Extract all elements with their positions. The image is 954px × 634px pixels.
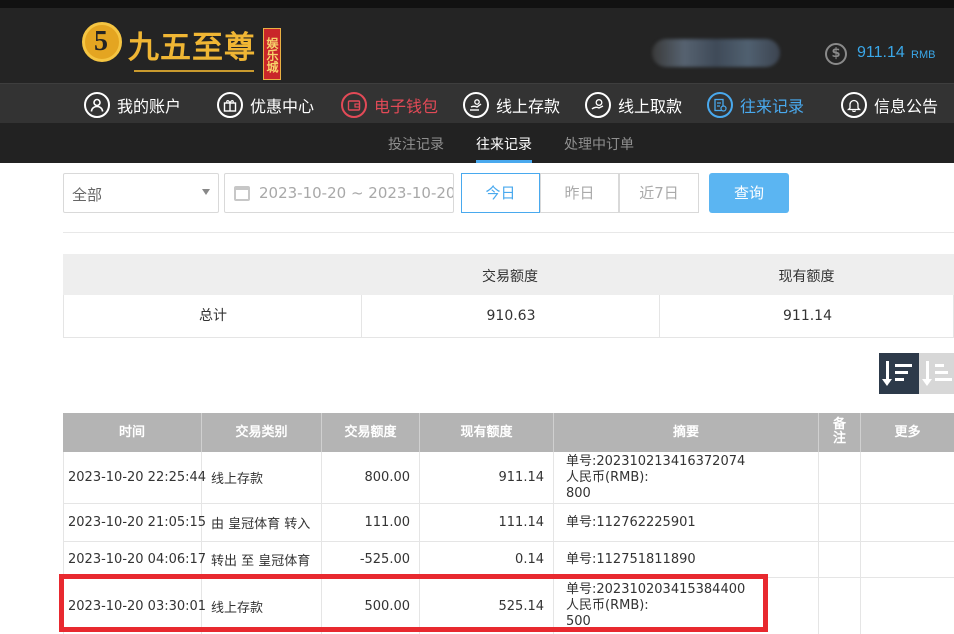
highlight-box — [59, 574, 768, 632]
col-more[interactable]: 更多 — [861, 413, 954, 452]
nav-item-label: 优惠中心 — [250, 97, 315, 116]
nav-item-account[interactable]: 我的账户 — [84, 90, 181, 120]
nav-item-label: 信息公告 — [874, 97, 939, 116]
summary-header: 交易额度 现有额度 — [63, 254, 954, 295]
nav-item-deposit[interactable]: 线上存款 — [463, 90, 560, 120]
row-more[interactable] — [861, 504, 954, 541]
memo-currency: 人民币(RMB): — [566, 469, 649, 485]
row-type: 线上存款 — [202, 452, 322, 503]
tab-bet-records[interactable]: 投注记录 — [388, 134, 444, 154]
memo-value: 800 — [566, 485, 591, 501]
user-icon — [84, 92, 110, 118]
row-time: 2023-10-20 21:05:15 — [64, 504, 206, 541]
date-range-input[interactable]: 2023-10-20 ~ 2023-10-20 — [224, 173, 454, 213]
summary-row: 总计 910.63 911.14 — [63, 295, 954, 338]
logo-mark-text: 5 — [94, 26, 108, 57]
row-balance: 111.14 — [420, 504, 554, 541]
row-amount: 111.00 — [322, 504, 420, 541]
nav-item-label: 我的账户 — [117, 97, 182, 116]
deposit-icon — [463, 92, 489, 118]
logo-mark: 5 — [82, 22, 122, 62]
nav-item-promotions[interactable]: 优惠中心 — [217, 90, 314, 120]
row-amount: 800.00 — [322, 452, 420, 503]
caret-down-icon — [202, 189, 210, 195]
main-nav: 我的账户 优惠中心 电子钱包 线上存款 线上取款 往来记录 信息公告 — [0, 83, 954, 124]
nav-item-label: 线上存款 — [496, 97, 561, 116]
bell-icon — [841, 92, 867, 118]
withdraw-icon — [585, 92, 611, 118]
nav-item-label: 电子钱包 — [374, 97, 439, 116]
row-time: 2023-10-20 22:25:44 — [64, 452, 206, 503]
nav-item-announcements[interactable]: 信息公告 — [841, 90, 938, 120]
row-memo: 单号:112762225901 — [554, 504, 819, 541]
blurred-username[interactable] — [652, 39, 780, 67]
col-type[interactable]: 交易类别 — [202, 413, 322, 452]
row-amount: -525.00 — [322, 542, 420, 577]
row-more[interactable] — [861, 452, 954, 503]
balance-amount: 911.14 — [857, 44, 905, 61]
summary-total-label: 总计 — [199, 308, 227, 324]
today-button[interactable]: 今日 — [461, 173, 540, 213]
logo-ornament — [134, 70, 254, 72]
gift-icon — [217, 92, 243, 118]
memo-order-no: 单号:202310213416372074 — [566, 453, 746, 469]
col-memo[interactable]: 摘要 — [554, 413, 819, 452]
yesterday-button[interactable]: 昨日 — [540, 173, 619, 213]
row-note — [819, 578, 861, 634]
logo-text: 九五至尊 — [128, 30, 256, 66]
row-time: 2023-10-20 04:06:17 — [64, 542, 206, 577]
summary-total-balance: 911.14 — [783, 308, 832, 324]
query-button[interactable]: 查询 — [709, 173, 789, 213]
last-7-days-button[interactable]: 近7日 — [619, 173, 699, 213]
summary-total-amount: 910.63 — [486, 308, 536, 324]
sort-descending-icon[interactable] — [879, 353, 919, 394]
tab-pending-orders[interactable]: 处理中订单 — [564, 134, 634, 154]
filter-divider — [63, 232, 954, 233]
nav-item-label: 往来记录 — [740, 97, 805, 116]
row-type: 由 皇冠体育 转入 — [202, 504, 322, 541]
row-balance: 0.14 — [420, 542, 554, 577]
sub-nav: 投注记录 往来记录 处理中订单 — [0, 124, 954, 163]
row-note — [819, 542, 861, 577]
row-more[interactable] — [861, 578, 954, 634]
sort-ascending-icon[interactable] — [919, 353, 954, 394]
col-balance[interactable]: 现有额度 — [420, 413, 554, 452]
nav-item-wallet[interactable]: 电子钱包 — [341, 90, 438, 120]
top-header: 5 九五至尊 娱乐城 $ 911.14 RMB — [0, 0, 954, 83]
table-row[interactable]: 2023-10-20 22:25:44 线上存款 800.00 911.14 单… — [63, 452, 954, 504]
table-row[interactable]: 2023-10-20 21:05:15 由 皇冠体育 转入 111.00 111… — [63, 504, 954, 542]
records-table-header: 时间 交易类别 交易额度 现有额度 摘要 备注 更多 — [63, 413, 954, 452]
records-icon — [707, 92, 733, 118]
nav-item-label: 线上取款 — [618, 97, 683, 116]
col-note[interactable]: 备注 — [819, 413, 861, 452]
calendar-icon — [234, 186, 250, 201]
summary-header-balance: 现有额度 — [778, 269, 835, 285]
row-memo: 单号:202310213416372074 人民币(RMB): 800 — [554, 452, 819, 503]
col-amount[interactable]: 交易额度 — [322, 413, 420, 452]
active-tab-indicator — [476, 160, 532, 163]
row-more[interactable] — [861, 542, 954, 577]
table-row[interactable]: 2023-10-20 04:06:17 转出 至 皇冠体育 -525.00 0.… — [63, 542, 954, 578]
date-range-value: 2023-10-20 ~ 2023-10-20 — [259, 184, 454, 202]
logo-badge: 娱乐城 — [263, 28, 281, 80]
tab-transaction-records[interactable]: 往来记录 — [476, 134, 532, 154]
row-memo: 单号:112751811890 — [554, 542, 819, 577]
memo-order-no: 单号:112762225901 — [566, 514, 696, 530]
memo-order-no: 单号:112751811890 — [566, 551, 696, 567]
row-balance: 911.14 — [420, 452, 554, 503]
dollar-icon: $ — [825, 43, 847, 65]
nav-item-records[interactable]: 往来记录 — [707, 90, 804, 120]
row-type: 转出 至 皇冠体育 — [202, 542, 322, 577]
col-note-label: 备注 — [832, 417, 846, 446]
type-select-value: 全部 — [72, 186, 103, 204]
site-logo[interactable]: 5 九五至尊 娱乐城 — [82, 18, 282, 80]
row-note — [819, 452, 861, 503]
wallet-icon — [341, 92, 367, 118]
summary-header-amount: 交易额度 — [482, 269, 538, 285]
nav-item-withdraw[interactable]: 线上取款 — [585, 90, 682, 120]
type-select[interactable]: 全部 — [63, 173, 219, 213]
balance-currency: RMB — [911, 49, 936, 61]
row-note — [819, 504, 861, 541]
col-time[interactable]: 时间 — [63, 413, 202, 452]
